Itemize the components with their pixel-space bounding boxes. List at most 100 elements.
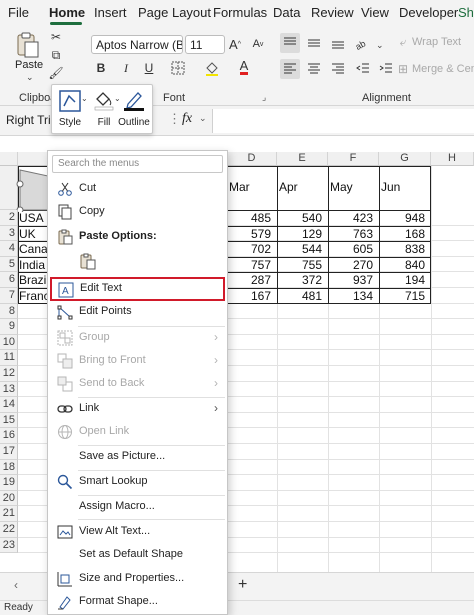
fill-color-icon[interactable] <box>204 60 220 76</box>
value-cell[interactable]: 757 <box>227 258 277 272</box>
month-header[interactable]: Mar <box>229 180 250 194</box>
country-cell[interactable]: Brazil <box>19 273 47 287</box>
row-header[interactable]: 23 <box>0 537 18 554</box>
value-cell[interactable]: 194 <box>379 273 431 287</box>
align-center-icon[interactable] <box>304 59 324 79</box>
value-cell[interactable]: 755 <box>277 258 328 272</box>
tab-developer[interactable]: Developer <box>399 5 458 20</box>
value-cell[interactable]: 270 <box>328 258 379 272</box>
borders-icon[interactable] <box>170 60 186 76</box>
menu-item-link[interactable]: Link › <box>49 397 226 421</box>
value-cell[interactable]: 937 <box>328 273 379 287</box>
scroll-left-icon[interactable]: ‹ <box>14 578 18 592</box>
menu-item-copy[interactable]: Copy <box>49 200 226 224</box>
formula-input[interactable] <box>212 109 474 133</box>
column-header-f[interactable]: F <box>328 152 379 166</box>
bold-icon[interactable]: B <box>94 60 108 76</box>
value-cell[interactable]: 702 <box>227 242 277 256</box>
menu-item-cut[interactable]: Cut <box>49 177 226 201</box>
row-header[interactable]: 16 <box>0 428 18 444</box>
value-cell[interactable]: 485 <box>227 211 277 225</box>
font-size-select[interactable]: 11 <box>185 35 225 54</box>
value-cell[interactable]: 134 <box>328 289 379 303</box>
value-cell[interactable]: 481 <box>277 289 328 303</box>
italic-icon[interactable]: I <box>119 60 133 76</box>
align-bottom-icon[interactable] <box>328 33 348 53</box>
row-header[interactable]: 9 <box>0 319 18 335</box>
row-header[interactable]: 21 <box>0 506 18 522</box>
row-header[interactable]: 14 <box>0 397 18 413</box>
column-header-d[interactable]: D <box>227 152 277 166</box>
row-header[interactable]: 4 <box>0 241 18 257</box>
value-cell[interactable]: 168 <box>379 227 431 241</box>
align-left-icon[interactable] <box>280 59 300 79</box>
menu-item-view-alt-text[interactable]: View Alt Text... <box>49 520 226 544</box>
row-header[interactable]: 17 <box>0 444 18 460</box>
month-header[interactable]: May <box>330 180 353 194</box>
country-cell[interactable]: UK <box>19 227 47 241</box>
tab-page-layout[interactable]: Page Layout <box>138 5 211 20</box>
value-cell[interactable]: 605 <box>328 242 379 256</box>
tab-formulas[interactable]: Formulas <box>213 5 267 20</box>
row-header[interactable]: 13 <box>0 381 18 398</box>
column-header-h[interactable]: H <box>431 152 474 166</box>
value-cell[interactable]: 167 <box>227 289 277 303</box>
tab-share[interactable]: Sh <box>458 5 474 20</box>
value-cell[interactable]: 540 <box>277 211 328 225</box>
row-header[interactable]: 10 <box>0 334 18 351</box>
menu-item-edit-points[interactable]: Edit Points <box>49 300 226 324</box>
row-header[interactable]: 19 <box>0 475 18 491</box>
menu-item-set-default-shape[interactable]: Set as Default Shape <box>49 543 226 567</box>
country-cell[interactable]: India <box>19 258 47 272</box>
shape-fill-button[interactable]: ⌄ Fill <box>88 85 121 133</box>
search-menus-input[interactable]: Search the menus <box>52 155 223 173</box>
add-sheet-button[interactable]: + <box>238 576 247 594</box>
row-header[interactable]: 20 <box>0 490 18 507</box>
row-header[interactable]: 7 <box>0 288 18 304</box>
value-cell[interactable]: 715 <box>379 289 431 303</box>
paste-icon[interactable] <box>14 30 42 60</box>
row-header[interactable]: 15 <box>0 412 18 429</box>
tab-home[interactable]: Home <box>49 5 85 20</box>
fx-label[interactable]: fx <box>182 111 192 127</box>
value-cell[interactable]: 579 <box>227 227 277 241</box>
merge-center-button[interactable]: Merge & Cente <box>412 63 474 75</box>
shape-style-button[interactable]: ⌄ Style <box>54 85 88 133</box>
align-right-icon[interactable] <box>328 59 348 79</box>
row-header[interactable]: 2 <box>0 210 18 226</box>
wrap-text-icon[interactable]: ⤶ <box>396 35 410 49</box>
country-cell[interactable]: Canad <box>19 242 47 256</box>
value-cell[interactable]: 287 <box>227 273 277 287</box>
month-header[interactable]: Jun <box>381 180 400 194</box>
menu-item-smart-lookup[interactable]: Smart Lookup <box>49 470 226 494</box>
column-header-g[interactable]: G <box>379 152 431 166</box>
align-top-icon[interactable] <box>280 33 300 53</box>
row-header[interactable]: 18 <box>0 459 18 476</box>
menu-item-group[interactable]: Group › <box>49 326 226 350</box>
orientation-icon[interactable]: ab <box>353 33 375 53</box>
value-cell[interactable]: 544 <box>277 242 328 256</box>
font-dialog-launcher-icon[interactable]: ⌟ <box>262 92 266 103</box>
menu-item-format-shape[interactable]: Format Shape... <box>49 590 226 614</box>
font-color-icon[interactable]: A <box>237 58 251 76</box>
menu-item-bring-to-front[interactable]: Bring to Front › <box>49 349 226 373</box>
wrap-text-button[interactable]: Wrap Text <box>412 36 461 48</box>
menu-item-send-to-back[interactable]: Send to Back › <box>49 372 226 396</box>
row-header[interactable]: 6 <box>0 272 18 288</box>
increase-font-icon[interactable]: A ^ <box>229 35 241 53</box>
tab-view[interactable]: View <box>361 5 389 20</box>
value-cell[interactable]: 840 <box>379 258 431 272</box>
cut-icon[interactable]: ✂ <box>49 30 63 44</box>
country-cell[interactable]: USA <box>19 211 47 225</box>
menu-item-edit-text[interactable]: A Edit Text <box>50 277 225 301</box>
menu-item-open-link[interactable]: Open Link <box>49 420 226 444</box>
value-cell[interactable]: 948 <box>379 211 431 225</box>
tab-data[interactable]: Data <box>273 5 300 20</box>
name-box[interactable]: Right Tria <box>2 111 50 131</box>
row-header[interactable]: 22 <box>0 522 18 538</box>
tab-insert[interactable]: Insert <box>94 5 127 20</box>
value-cell[interactable]: 838 <box>379 242 431 256</box>
select-all-corner[interactable] <box>0 152 18 166</box>
shape-outline-button[interactable]: Outline <box>118 85 150 133</box>
chevron-down-icon[interactable]: ⌄ <box>26 72 34 83</box>
